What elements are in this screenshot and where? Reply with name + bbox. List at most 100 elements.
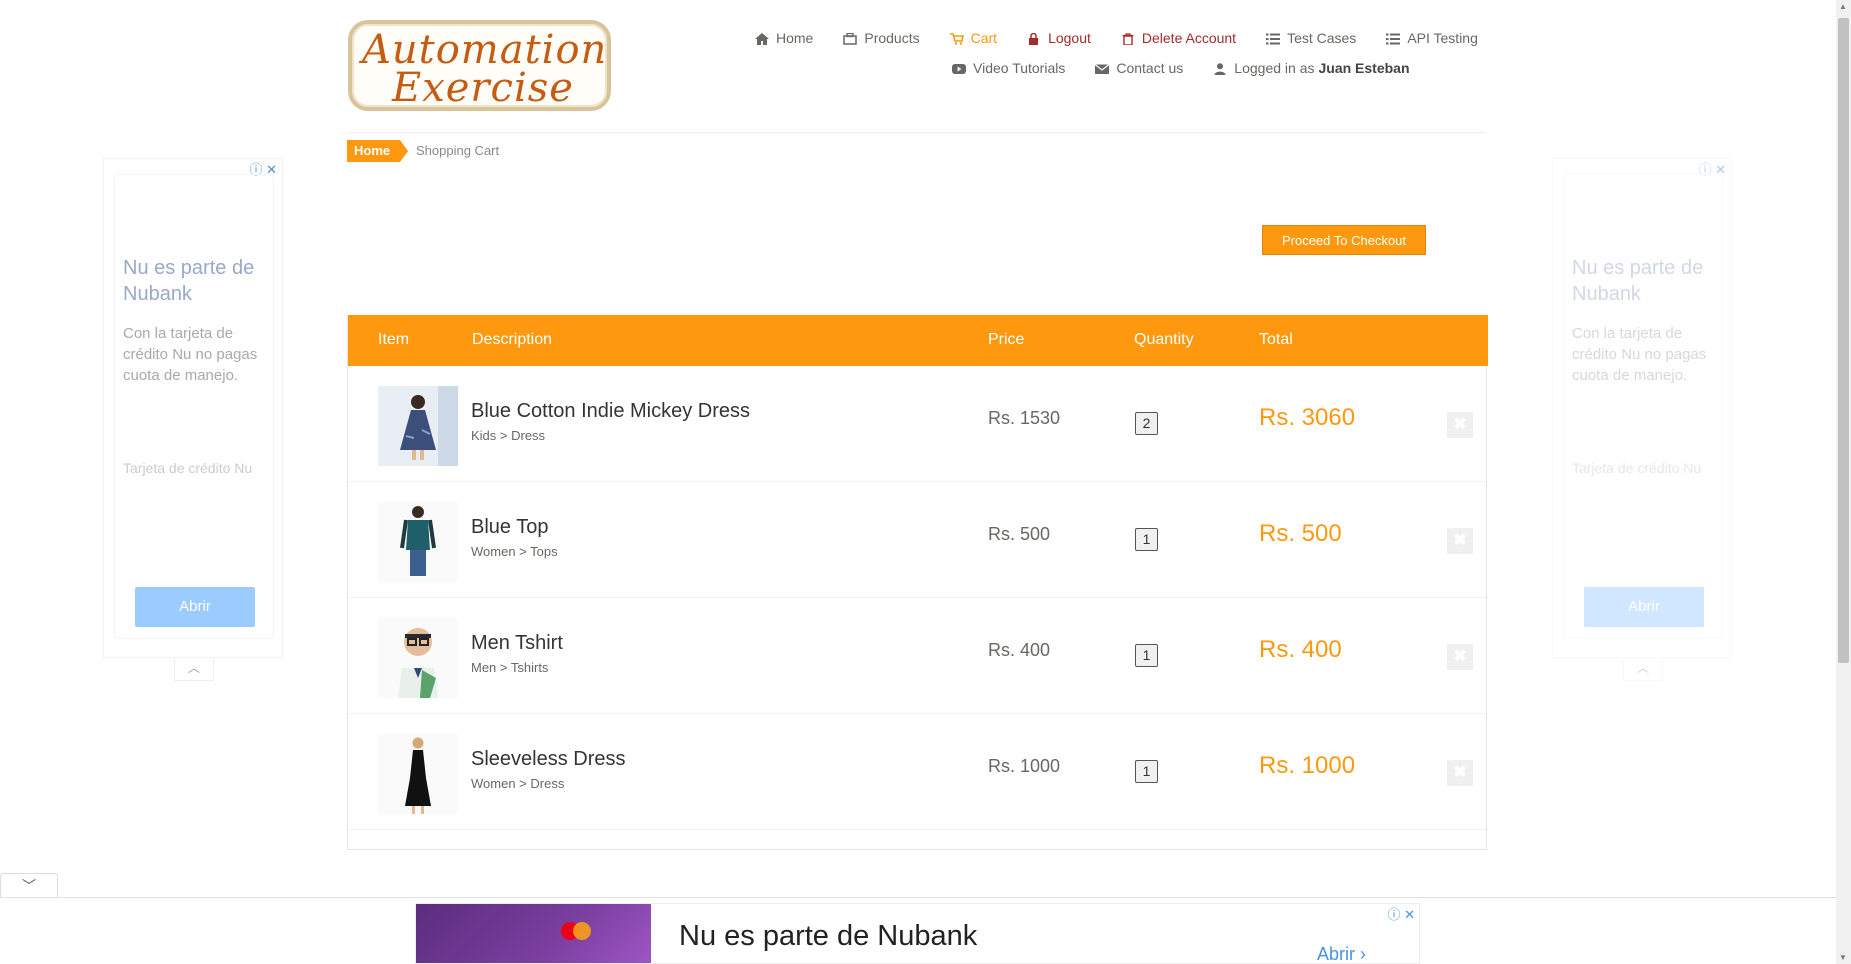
left-side-ad[interactable]: ⓘ ✕ Nu es parte de Nubank Con la tarjeta…: [103, 158, 283, 681]
cart-row: Blue Cotton Indie Mickey Dress Kids > Dr…: [348, 366, 1486, 482]
quantity-display: 1: [1135, 644, 1158, 667]
nav-contact-us[interactable]: Contact us: [1094, 60, 1184, 76]
product-image[interactable]: [378, 386, 458, 466]
quantity-display: 1: [1135, 760, 1158, 783]
nav-video-tutorials-label: Video Tutorials: [973, 60, 1066, 76]
ad-card-image: [416, 904, 651, 963]
delete-item-button[interactable]: ✖: [1447, 528, 1473, 554]
product-name[interactable]: Blue Cotton Indie Mickey Dress: [471, 400, 750, 423]
nav-home[interactable]: Home: [755, 30, 813, 46]
ad-footnote: Tarjeta de crédito Nu: [1572, 460, 1702, 476]
nav-products[interactable]: Products: [843, 30, 920, 46]
logged-in-status: Logged in as Juan Esteban: [1213, 60, 1410, 76]
ad-title: Nu es parte de Nubank: [123, 257, 255, 305]
quantity-display: 2: [1135, 412, 1158, 435]
ad-open-button[interactable]: Abrir: [135, 587, 255, 627]
chevron-up-icon[interactable]: ︿: [174, 659, 214, 681]
scroll-up-icon[interactable]: ▲: [1839, 2, 1847, 11]
quantity-display: 1: [1135, 528, 1158, 551]
product-name[interactable]: Blue Top: [471, 516, 548, 539]
proceed-to-checkout-button[interactable]: Proceed To Checkout: [1262, 225, 1426, 255]
nav-cart-label: Cart: [970, 30, 998, 46]
ad-close-icon[interactable]: ⓘ ✕: [1387, 904, 1415, 923]
product-price: Rs. 1530: [988, 408, 1061, 428]
cart-table-header: Item Description Price Quantity Total: [348, 315, 1488, 366]
nav-video-tutorials[interactable]: Video Tutorials: [952, 60, 1065, 76]
nav-products-label: Products: [864, 30, 920, 46]
site-logo[interactable]: Automation Exercise: [348, 20, 611, 111]
header-divider: [348, 132, 1486, 133]
close-icon: ✖: [1453, 764, 1467, 781]
logo-line-2: Exercise: [392, 65, 574, 111]
header-total: Total: [1259, 331, 1293, 348]
product-name[interactable]: Men Tshirt: [471, 632, 563, 655]
ad-body: Con la tarjeta de crédito Nu no pagas cu…: [1572, 325, 1707, 384]
list-icon: [1386, 32, 1401, 45]
bottom-ad-title: Nu es parte de Nubank: [679, 920, 978, 952]
breadcrumb-home[interactable]: Home: [347, 140, 409, 162]
bottom-banner-ad[interactable]: Nu es parte de Nubank Abrir › ⓘ ✕: [415, 903, 1420, 964]
header-quantity: Quantity: [1134, 331, 1194, 348]
bottom-ad-open-button[interactable]: Abrir ›: [1317, 944, 1367, 964]
product-price: Rs. 500: [988, 524, 1051, 544]
logo-line-1: Automation: [362, 27, 608, 73]
nav-delete-account[interactable]: Delete Account: [1121, 30, 1236, 46]
logged-in-prefix: Logged in as: [1234, 60, 1315, 76]
cart-row: Sleeveless Dress Women > Dress Rs. 1000 …: [348, 714, 1486, 830]
header-item: Item: [378, 331, 410, 348]
scrollbar-thumb[interactable]: [1838, 18, 1849, 663]
ad-card: Nu es parte de Nubank Con la tarjeta de …: [114, 174, 274, 639]
close-icon: ✖: [1453, 416, 1467, 433]
user-icon: [1213, 62, 1227, 75]
product-total: Rs. 1000: [1259, 752, 1356, 779]
close-icon: ✖: [1453, 532, 1467, 549]
product-total: Rs. 3060: [1259, 404, 1356, 431]
scroll-down-icon[interactable]: ▼: [1839, 953, 1847, 962]
product-category: Men > Tshirts: [471, 660, 549, 675]
nav-api-testing-label: API Testing: [1407, 30, 1478, 46]
secondary-nav: Video Tutorials Contact us Logged in as J…: [952, 60, 1440, 76]
cart-table: Item Description Price Quantity Total Bl…: [347, 315, 1488, 850]
product-image[interactable]: [378, 502, 458, 582]
chevron-up-icon[interactable]: ︿: [1623, 659, 1663, 681]
product-name[interactable]: Sleeveless Dress: [471, 748, 626, 771]
close-icon: ✖: [1453, 648, 1467, 665]
main-nav: Home Products Cart Logout Delete Account…: [755, 30, 1508, 46]
nav-contact-us-label: Contact us: [1116, 60, 1184, 76]
delete-item-button[interactable]: ✖: [1447, 412, 1473, 438]
envelope-icon: [1094, 62, 1110, 74]
nav-delete-account-label: Delete Account: [1141, 30, 1237, 46]
ad-body: Con la tarjeta de crédito Nu no pagas cu…: [123, 325, 258, 384]
product-category: Women > Dress: [471, 776, 565, 791]
chevron-down-icon: ﹀: [22, 878, 36, 894]
delete-item-button[interactable]: ✖: [1447, 760, 1473, 786]
product-image[interactable]: [378, 734, 458, 814]
page-scrollbar[interactable]: ▲ ▼: [1836, 0, 1851, 964]
chevron-right-icon: ›: [1360, 944, 1367, 964]
product-price: Rs. 1000: [988, 756, 1061, 776]
list-icon: [1266, 32, 1281, 45]
bottom-ad-open-label: Abrir: [1317, 944, 1356, 964]
cart-row: Blue Top Women > Tops Rs. 500 1 Rs. 500 …: [348, 482, 1486, 598]
products-icon: [843, 32, 858, 45]
youtube-icon: [952, 62, 966, 74]
product-total: Rs. 400: [1259, 636, 1342, 663]
product-total: Rs. 500: [1259, 520, 1342, 547]
ad-open-button[interactable]: Abrir: [1584, 587, 1704, 627]
nav-cart[interactable]: Cart: [949, 30, 998, 46]
product-category: Women > Tops: [471, 544, 558, 559]
home-icon: [755, 32, 769, 45]
right-side-ad[interactable]: ⓘ ✕ Nu es parte de Nubank Con la tarjeta…: [1552, 158, 1732, 681]
nav-logout[interactable]: Logout: [1027, 30, 1091, 46]
nav-api-testing[interactable]: API Testing: [1386, 30, 1478, 46]
collapse-ad-button[interactable]: ﹀: [0, 873, 58, 898]
lock-icon: [1027, 32, 1041, 45]
delete-item-button[interactable]: ✖: [1447, 644, 1473, 670]
bottom-ad-divider: [0, 897, 1836, 898]
nav-test-cases-label: Test Cases: [1287, 30, 1357, 46]
product-image[interactable]: [378, 618, 458, 698]
ad-footnote: Tarjeta de crédito Nu: [123, 460, 253, 476]
cart-icon: [949, 32, 964, 45]
nav-test-cases[interactable]: Test Cases: [1266, 30, 1356, 46]
header-description: Description: [472, 331, 553, 348]
